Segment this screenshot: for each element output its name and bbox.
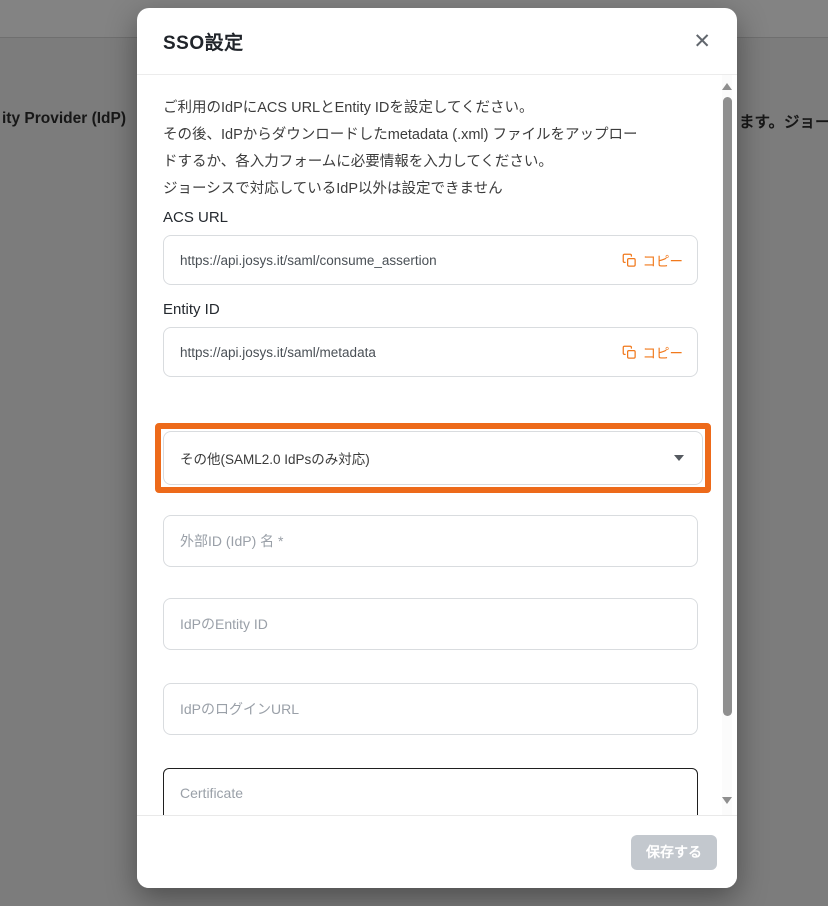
intro-line: ジョーシスで対応しているIdP以外は設定できません [163,176,707,203]
background-text-right: ます。ジョーシ [739,110,828,132]
entity-id-label: Entity ID [163,299,707,321]
scrollbar-thumb[interactable] [723,97,732,716]
intro-line: その後、IdPからダウンロードしたmetadata (.xml) ファイルをアッ… [163,122,707,149]
modal-footer: 保存する [137,815,737,888]
idp-login-url-input[interactable] [163,683,698,735]
entity-id-value: https://api.josys.it/saml/metadata [180,345,376,360]
copy-icon [622,345,637,360]
modal-title: SSO設定 [163,28,244,55]
idp-entity-id-input[interactable] [163,598,698,650]
acs-url-copy-button[interactable]: コピー [622,250,684,270]
intro-text: ご利用のIdPにACS URLとEntity IDを設定してください。 その後、… [163,95,707,203]
scrollbar-down-icon[interactable] [722,797,732,804]
save-button[interactable]: 保存する [631,835,717,870]
intro-line: ドするか、各入力フォームに必要情報を入力してください。 [163,149,707,176]
external-idp-name-input[interactable] [163,515,698,567]
acs-url-field: https://api.josys.it/saml/consume_assert… [163,235,698,285]
entity-id-field: https://api.josys.it/saml/metadata コピー [163,327,698,377]
modal-scrollbar[interactable] [722,75,732,815]
modal-header: SSO設定 ✕ [137,8,737,75]
copy-icon [622,253,637,268]
certificate-textarea[interactable] [163,768,698,815]
modal-body: ご利用のIdPにACS URLとEntity IDを設定してください。 その後、… [137,75,737,815]
chevron-down-icon [674,455,684,461]
copy-button-label: コピー [643,250,684,270]
scrollbar-up-icon[interactable] [722,83,732,90]
idp-type-selected-value: その他(SAML2.0 IdPsのみ対応) [180,448,370,468]
intro-line: ご利用のIdPにACS URLとEntity IDを設定してください。 [163,95,707,122]
acs-url-value: https://api.josys.it/saml/consume_assert… [180,253,437,268]
copy-button-label: コピー [643,342,684,362]
acs-url-label: ACS URL [163,207,707,229]
entity-id-copy-button[interactable]: コピー [622,342,684,362]
idp-select-highlight: その他(SAML2.0 IdPsのみ対応) [155,423,711,493]
close-icon[interactable]: ✕ [689,27,715,56]
background-text-left: ity Provider (IdP) [2,110,126,128]
sso-settings-modal: SSO設定 ✕ ご利用のIdPにACS URLとEntity IDを設定してくだ… [137,8,737,888]
idp-type-select[interactable]: その他(SAML2.0 IdPsのみ対応) [163,431,703,485]
